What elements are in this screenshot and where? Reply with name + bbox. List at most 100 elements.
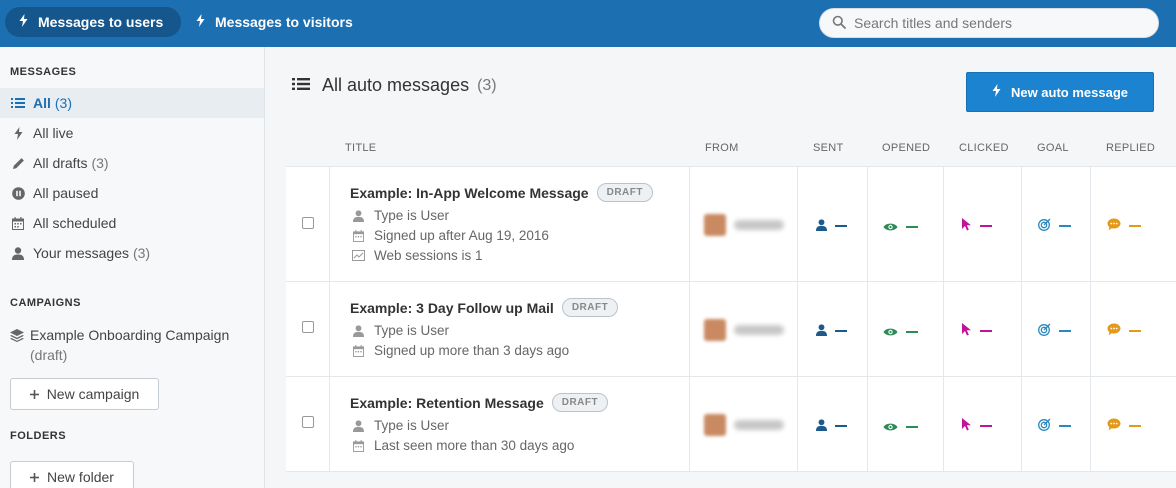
row-checkbox[interactable] <box>302 416 314 428</box>
sidebar-item-label: All live <box>33 125 74 141</box>
cursor-icon <box>962 323 972 339</box>
eye-icon <box>883 324 898 340</box>
search-input[interactable] <box>854 15 1144 31</box>
empty-value-dash <box>1129 330 1141 332</box>
opened-stat <box>883 419 918 435</box>
empty-value-dash <box>1129 425 1141 427</box>
empty-value-dash <box>906 226 918 228</box>
new-folder-button[interactable]: New folder <box>10 461 134 488</box>
new-auto-message-label: New auto message <box>1010 84 1129 100</box>
sidebar-item-all-paused[interactable]: All paused <box>0 178 264 208</box>
user-icon <box>352 324 365 337</box>
table-row[interactable]: Example: Retention Message DRAFT Type is… <box>286 377 1176 472</box>
bolt-icon <box>11 126 25 140</box>
empty-value-dash <box>980 425 992 427</box>
folders-heading: FOLDERS <box>10 430 67 442</box>
column-header-replied[interactable]: REPLIED <box>1106 142 1155 154</box>
opened-stat <box>883 219 918 235</box>
sent-stat <box>816 418 847 434</box>
sidebar-item-all-live[interactable]: All live <box>0 118 264 148</box>
goal-stat <box>1038 218 1071 234</box>
new-folder-label: New folder <box>47 469 114 485</box>
bolt-icon <box>196 7 205 37</box>
sender <box>704 319 784 341</box>
audience-rule: Type is User <box>352 323 449 338</box>
table-row[interactable]: Example: In-App Welcome Message DRAFT Ty… <box>286 167 1176 282</box>
chat-bubble-icon <box>1107 418 1121 434</box>
column-header-from[interactable]: FROM <box>705 142 739 154</box>
sidebar-item-label: All drafts <box>33 155 88 171</box>
cursor-icon <box>962 418 972 434</box>
sender-name-blurred <box>734 220 784 230</box>
column-header-title[interactable]: TITLE <box>345 142 376 154</box>
pause-icon <box>11 186 25 200</box>
column-header-clicked[interactable]: CLICKED <box>959 142 1009 154</box>
row-checkbox[interactable] <box>302 321 314 333</box>
empty-value-dash <box>835 225 847 227</box>
user-icon <box>352 419 365 432</box>
sidebar-item-all-drafts[interactable]: All drafts (3) <box>0 148 264 178</box>
chat-bubble-icon <box>1107 323 1121 339</box>
main-content: All auto messages (3) New auto message T… <box>266 47 1176 488</box>
message-title[interactable]: Example: 3 Day Follow up Mail DRAFT <box>350 298 619 317</box>
column-header-sent[interactable]: SENT <box>813 142 844 154</box>
eye-icon <box>883 419 898 435</box>
status-badge: DRAFT <box>551 393 609 412</box>
rule-text: Type is User <box>374 323 450 338</box>
messages-table: Example: In-App Welcome Message DRAFT Ty… <box>286 166 1176 472</box>
sidebar-item-your-messages[interactable]: Your messages (3) <box>0 238 264 268</box>
rule-text: Web sessions is 1 <box>374 248 483 263</box>
message-title[interactable]: Example: Retention Message DRAFT <box>350 393 609 412</box>
user-icon <box>11 246 25 260</box>
calendar-icon <box>11 216 25 230</box>
column-header-opened[interactable]: OPENED <box>882 142 930 154</box>
rule-text: Signed up after Aug 19, 2016 <box>374 228 549 243</box>
goal-stat <box>1038 323 1071 339</box>
calendar-icon <box>352 439 365 452</box>
tab-messages-to-visitors[interactable]: Messages to visitors <box>182 7 372 37</box>
goal-stat <box>1038 418 1071 434</box>
audience-rule: Web sessions is 1 <box>352 248 483 263</box>
empty-value-dash <box>835 330 847 332</box>
pencil-icon <box>11 156 25 170</box>
new-campaign-label: New campaign <box>46 386 140 402</box>
new-campaign-button[interactable]: New campaign <box>10 378 159 410</box>
messages-heading: MESSAGES <box>10 66 77 78</box>
audience-rule: Type is User <box>352 418 449 433</box>
layers-icon <box>10 328 24 342</box>
sidebar-item-label: All scheduled <box>33 215 117 231</box>
calendar-icon <box>352 229 365 242</box>
sidebar-item-label: All paused <box>33 185 99 201</box>
sidebar-item-all[interactable]: All (3) <box>0 88 264 118</box>
tab-label: Messages to visitors <box>215 14 353 30</box>
tab-label: Messages to users <box>38 14 164 30</box>
sidebar-item-count: (3) <box>54 95 73 111</box>
table-row[interactable]: Example: 3 Day Follow up Mail DRAFT Type… <box>286 282 1176 377</box>
clicked-stat <box>962 418 992 434</box>
sidebar-item-campaign[interactable]: Example Onboarding Campaign (draft) <box>10 325 260 365</box>
column-header-goal[interactable]: GOAL <box>1037 142 1069 154</box>
target-icon <box>1038 323 1051 339</box>
chat-bubble-icon <box>1107 218 1121 234</box>
sender-name-blurred <box>734 325 784 335</box>
target-icon <box>1038 218 1051 234</box>
sender-name-blurred <box>734 420 784 430</box>
plus-icon <box>30 469 40 485</box>
sent-stat <box>816 323 847 339</box>
browser-icon <box>352 249 365 262</box>
sender <box>704 414 784 436</box>
new-auto-message-button[interactable]: New auto message <box>966 72 1154 112</box>
avatar <box>704 319 726 341</box>
sidebar-item-all-scheduled[interactable]: All scheduled <box>0 208 264 238</box>
eye-icon <box>883 219 898 235</box>
row-checkbox[interactable] <box>302 217 314 229</box>
audience-rule: Type is User <box>352 208 449 223</box>
empty-value-dash <box>1059 425 1071 427</box>
sidebar-item-count: (3) <box>91 155 109 171</box>
empty-value-dash <box>1059 330 1071 332</box>
tab-messages-to-users[interactable]: Messages to users <box>5 7 181 37</box>
search-icon <box>832 15 846 32</box>
message-title-text: Example: Retention Message <box>350 394 544 411</box>
message-title[interactable]: Example: In-App Welcome Message DRAFT <box>350 183 653 202</box>
user-icon <box>816 323 827 339</box>
